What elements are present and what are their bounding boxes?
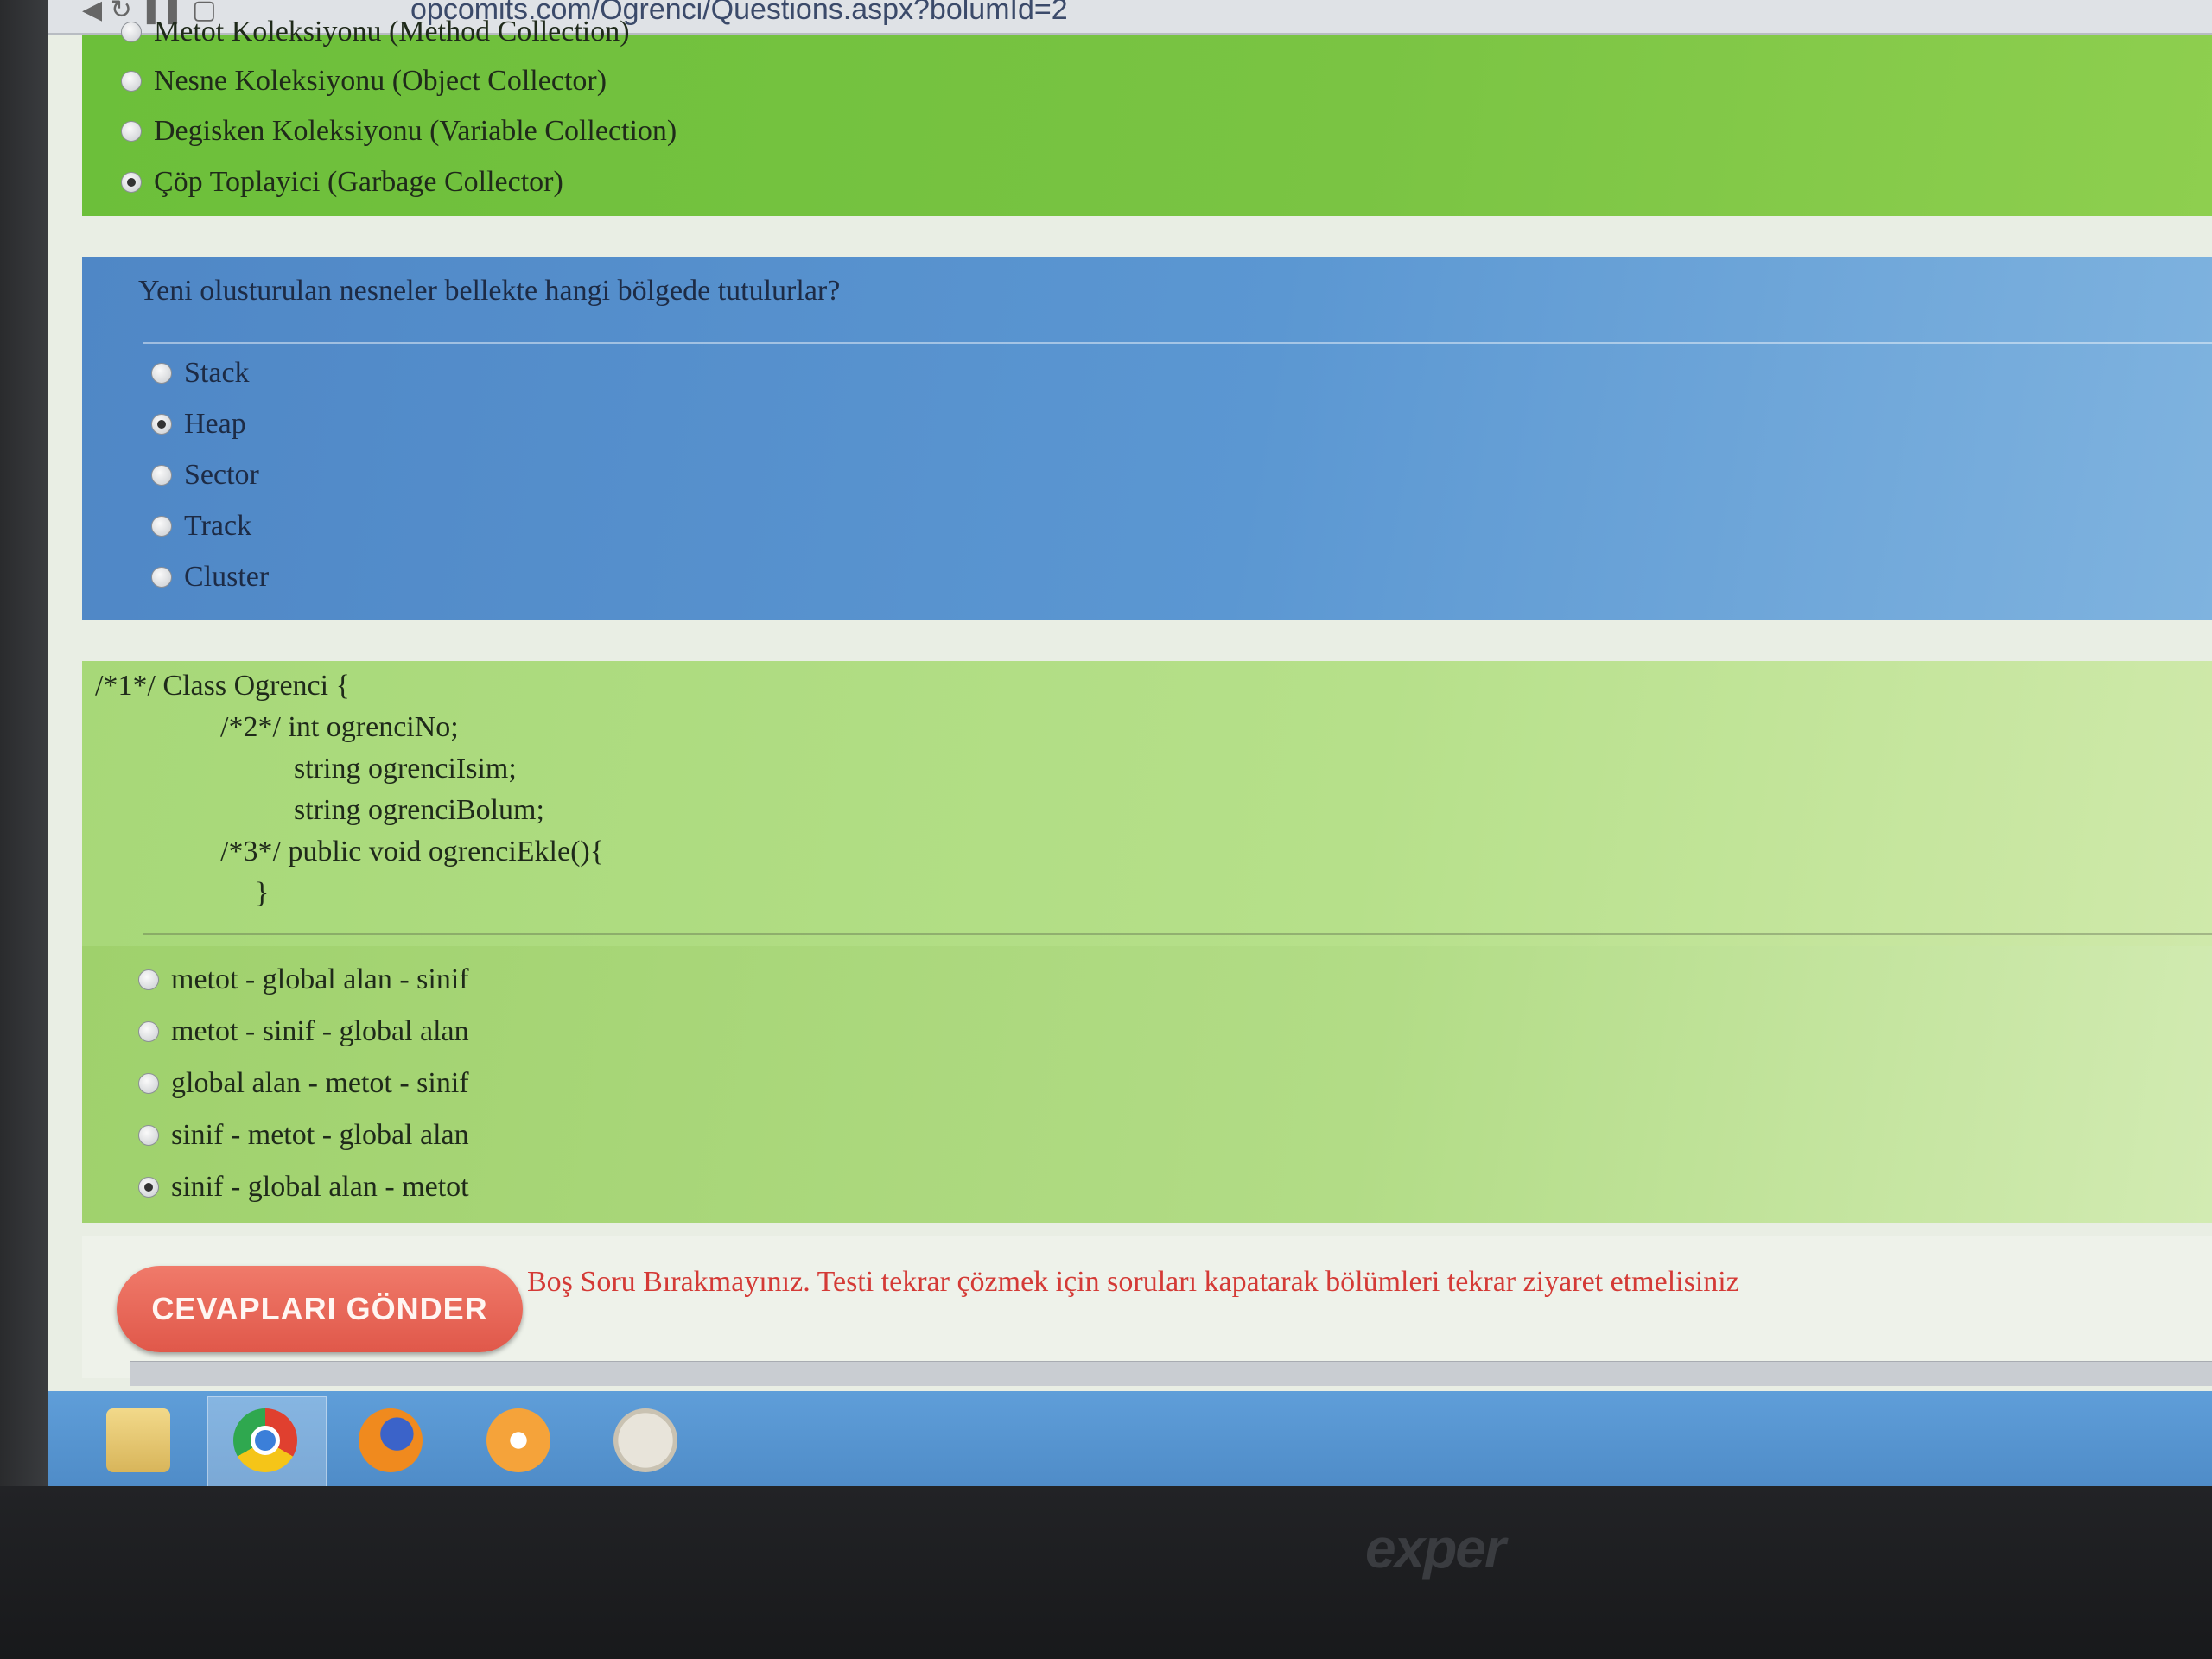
horizontal-scrollbar[interactable] bbox=[130, 1361, 2212, 1386]
radio-button-icon[interactable] bbox=[151, 465, 172, 486]
q1-option-1[interactable]: Metot Koleksiyonu (Method Collection) bbox=[121, 16, 630, 48]
q2-option-track[interactable]: Track bbox=[151, 510, 251, 543]
q3-option-4[interactable]: sinif - metot - global alan bbox=[138, 1119, 469, 1152]
divider bbox=[143, 933, 2212, 935]
q2-option-2-label: Heap bbox=[184, 408, 246, 440]
divider bbox=[143, 342, 2212, 344]
q2-option-4-label: Track bbox=[184, 510, 252, 542]
radio-button-icon[interactable] bbox=[121, 121, 142, 142]
taskbar bbox=[48, 1391, 2212, 1486]
q3-option-5-label: sinif - global alan - metot bbox=[171, 1171, 469, 1203]
q1-option-4[interactable]: Çöp Toplayici (Garbage Collector) bbox=[121, 166, 563, 199]
screen: ◀ ↻ ❚❚ ▢ opcomits.com/Ogrenci/Questions.… bbox=[48, 0, 2212, 1486]
folder-icon[interactable] bbox=[106, 1408, 170, 1472]
question-3-code-panel: /*1*/ Class Ogrenci { /*2*/ int ogrenciN… bbox=[82, 661, 2212, 946]
warning-message: Boş Soru Bırakmayınız. Testi tekrar çözm… bbox=[527, 1266, 1739, 1298]
radio-button-icon[interactable] bbox=[138, 1073, 159, 1094]
q1-option-3[interactable]: Degisken Koleksiyonu (Variable Collectio… bbox=[121, 115, 677, 148]
radio-button-checked-icon[interactable] bbox=[138, 1177, 159, 1198]
q1-option-4-label: Çöp Toplayici (Garbage Collector) bbox=[154, 166, 563, 198]
radio-button-icon[interactable] bbox=[151, 516, 172, 537]
q1-option-3-label: Degisken Koleksiyonu (Variable Collectio… bbox=[154, 115, 677, 147]
code-line: string ogrenciBolum; bbox=[294, 794, 544, 826]
radio-button-checked-icon[interactable] bbox=[121, 172, 142, 193]
q3-option-3-label: global alan - metot - sinif bbox=[171, 1067, 469, 1099]
monitor-bezel-left bbox=[0, 0, 48, 1659]
question-3-answers-panel: metot - global alan - sinif metot - sini… bbox=[82, 946, 2212, 1223]
code-line: string ogrenciIsim; bbox=[294, 753, 517, 785]
monitor-bezel-bottom: exper bbox=[0, 1486, 2212, 1659]
q3-option-3[interactable]: global alan - metot - sinif bbox=[138, 1067, 469, 1100]
radio-button-checked-icon[interactable] bbox=[151, 414, 172, 435]
q1-option-2[interactable]: Nesne Koleksiyonu (Object Collector) bbox=[121, 65, 607, 98]
q3-option-4-label: sinif - metot - global alan bbox=[171, 1119, 469, 1151]
question-2-panel: Yeni olusturulan nesneler bellekte hangi… bbox=[82, 257, 2212, 620]
q2-option-sector[interactable]: Sector bbox=[151, 459, 259, 492]
question-1-panel: Metot Koleksiyonu (Method Collection) Ne… bbox=[82, 16, 2212, 216]
q2-option-cluster[interactable]: Cluster bbox=[151, 561, 269, 594]
q1-option-2-label: Nesne Koleksiyonu (Object Collector) bbox=[154, 65, 607, 97]
paint-icon[interactable] bbox=[613, 1408, 677, 1472]
radio-button-icon[interactable] bbox=[121, 71, 142, 92]
radio-button-icon[interactable] bbox=[138, 1021, 159, 1042]
q3-option-5[interactable]: sinif - global alan - metot bbox=[138, 1171, 469, 1204]
radio-button-icon[interactable] bbox=[138, 969, 159, 990]
radio-button-icon[interactable] bbox=[121, 22, 142, 42]
code-line: /*3*/ public void ogrenciEkle(){ bbox=[220, 836, 605, 868]
code-line: /*2*/ int ogrenciNo; bbox=[220, 711, 459, 743]
q3-option-2[interactable]: metot - sinif - global alan bbox=[138, 1015, 469, 1048]
q2-option-3-label: Sector bbox=[184, 459, 259, 491]
media-player-icon[interactable] bbox=[486, 1408, 550, 1472]
radio-button-icon[interactable] bbox=[138, 1125, 159, 1146]
monitor-brand-logo: exper bbox=[1365, 1517, 1506, 1580]
q3-option-2-label: metot - sinif - global alan bbox=[171, 1015, 469, 1047]
q3-option-1[interactable]: metot - global alan - sinif bbox=[138, 963, 469, 996]
q1-option-1-label: Metot Koleksiyonu (Method Collection) bbox=[154, 16, 630, 48]
firefox-icon[interactable] bbox=[359, 1408, 423, 1472]
radio-button-icon[interactable] bbox=[151, 567, 172, 588]
q3-option-1-label: metot - global alan - sinif bbox=[171, 963, 469, 995]
code-line: /*1*/ Class Ogrenci { bbox=[95, 670, 350, 702]
q2-option-5-label: Cluster bbox=[184, 561, 270, 593]
chrome-icon[interactable] bbox=[233, 1408, 297, 1472]
question-2-text: Yeni olusturulan nesneler bellekte hangi… bbox=[138, 275, 841, 307]
q2-option-1-label: Stack bbox=[184, 357, 250, 389]
submit-answers-button[interactable]: CEVAPLARI GÖNDER bbox=[117, 1266, 523, 1352]
q2-option-heap[interactable]: Heap bbox=[151, 408, 246, 441]
q2-option-stack[interactable]: Stack bbox=[151, 357, 250, 390]
code-line: } bbox=[255, 877, 270, 909]
radio-button-icon[interactable] bbox=[151, 363, 172, 384]
